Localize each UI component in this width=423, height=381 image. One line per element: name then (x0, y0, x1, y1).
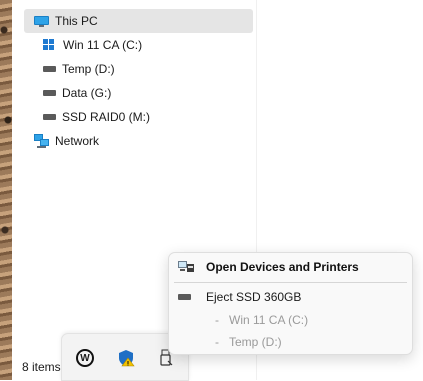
tree-item-drive-m[interactable]: SSD RAID0 (M:) (43, 105, 150, 129)
menu-item-label: Eject SSD 360GB (206, 290, 302, 304)
tree-item-label: Network (55, 134, 100, 148)
network-icon (34, 134, 49, 148)
menu-item-label: Open Devices and Printers (206, 260, 359, 274)
tree-item-drive-d[interactable]: Temp (D:) (43, 57, 115, 81)
volume-item-c: - Win 11 CA (C:) (169, 308, 412, 332)
devices-printers-icon (178, 259, 194, 276)
tree-item-this-pc[interactable]: This PC (24, 9, 253, 33)
eject-context-menu: Open Devices and Printers Eject SSD 360G… (168, 252, 413, 355)
tree-item-drive-g[interactable]: Data (G:) (43, 81, 111, 105)
tree-item-label: Temp (D:) (62, 62, 115, 76)
tree-item-drive-c[interactable]: Win 11 CA (C:) (43, 33, 142, 57)
item-count-status: 8 items (22, 360, 61, 374)
tree-item-label: This PC (55, 14, 98, 28)
tree-item-label: Data (G:) (62, 86, 112, 100)
indent-dash: - (215, 313, 219, 327)
open-devices-and-printers-item[interactable]: Open Devices and Printers (169, 255, 412, 279)
w-app-icon[interactable]: W (76, 349, 94, 367)
menu-item-label: Win 11 CA (C:) (229, 313, 309, 327)
drive-icon (43, 114, 56, 120)
shield-warning-icon[interactable] (116, 348, 136, 368)
desktop-wallpaper (0, 0, 12, 380)
menu-item-label: Temp (D:) (229, 335, 282, 349)
computer-icon (34, 15, 49, 27)
menu-separator (174, 282, 407, 283)
drive-icon (178, 294, 191, 300)
volume-item-d: - Temp (D:) (169, 330, 412, 354)
eject-ssd-item[interactable]: Eject SSD 360GB (169, 285, 412, 309)
tree-item-network[interactable]: Network (34, 129, 99, 153)
indent-dash: - (215, 335, 219, 349)
tree-item-label: Win 11 CA (C:) (63, 38, 143, 52)
drive-icon (43, 66, 56, 72)
windows-drive-icon (43, 39, 55, 51)
drive-icon (43, 90, 56, 96)
tree-item-label: SSD RAID0 (M:) (62, 110, 151, 124)
